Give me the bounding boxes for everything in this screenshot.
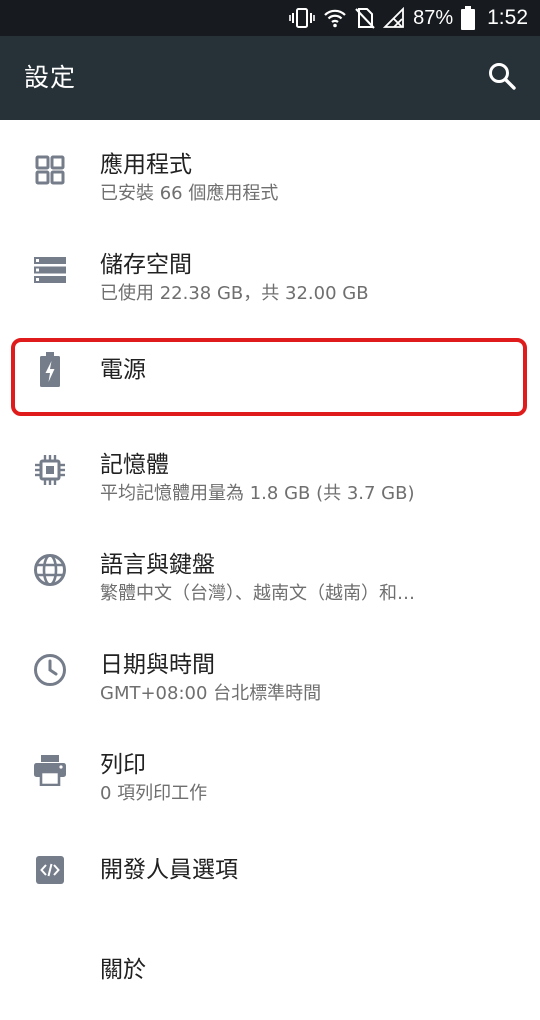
item-subtitle: 已使用 22.38 GB，共 32.00 GB xyxy=(100,283,369,304)
settings-item-memory[interactable]: 記憶體 平均記憶體用量為 1.8 GB (共 3.7 GB) xyxy=(0,420,540,520)
wifi-icon xyxy=(323,7,347,29)
clock-icon xyxy=(30,650,70,690)
item-title: 日期與時間 xyxy=(100,652,215,678)
item-title: 列印 xyxy=(100,752,146,778)
battery-percent: 87% xyxy=(413,6,454,29)
print-icon xyxy=(30,750,70,790)
settings-item-printing[interactable]: 列印 0 項列印工作 xyxy=(0,720,540,820)
item-title: 電源 xyxy=(100,357,146,383)
item-title: 開發人員選項 xyxy=(100,857,238,883)
storage-icon xyxy=(30,250,70,290)
developer-icon xyxy=(30,850,70,890)
settings-item-storage[interactable]: 儲存空間 已使用 22.38 GB，共 32.00 GB xyxy=(0,220,540,320)
settings-item-power[interactable]: 電源 xyxy=(0,320,540,420)
battery-status-icon xyxy=(461,6,476,30)
item-title: 應用程式 xyxy=(100,152,192,178)
battery-icon xyxy=(30,350,70,390)
search-icon xyxy=(487,61,517,95)
item-subtitle: 繁體中文（台灣）、越南文（越南）和… xyxy=(100,583,415,604)
item-subtitle: 0 項列印工作 xyxy=(100,783,208,804)
clock-time: 1:52 xyxy=(487,6,528,29)
page-title: 設定 xyxy=(24,63,77,92)
item-title: 語言與鍵盤 xyxy=(100,552,215,578)
language-icon xyxy=(30,550,70,590)
settings-item-date-time[interactable]: 日期與時間 GMT+08:00 台北標準時間 xyxy=(0,620,540,720)
settings-item-about[interactable]: 關於 xyxy=(0,920,540,1020)
app-toolbar: 設定 xyxy=(0,36,540,120)
status-bar: 87% 1:52 xyxy=(0,0,540,36)
search-button[interactable] xyxy=(482,58,522,98)
apps-icon xyxy=(30,150,70,190)
settings-item-apps[interactable]: 應用程式 已安裝 66 個應用程式 xyxy=(0,120,540,220)
item-subtitle: 已安裝 66 個應用程式 xyxy=(100,183,279,204)
vibrate-icon xyxy=(289,7,315,29)
no-signal-icon xyxy=(383,7,405,29)
settings-list: 應用程式 已安裝 66 個應用程式 儲存空間 已使用 22.38 GB，共 32… xyxy=(0,120,540,1020)
settings-item-language[interactable]: 語言與鍵盤 繁體中文（台灣）、越南文（越南）和… xyxy=(0,520,540,620)
settings-item-developer-options[interactable]: 開發人員選項 xyxy=(0,820,540,920)
item-subtitle: GMT+08:00 台北標準時間 xyxy=(100,683,322,704)
about-icon xyxy=(30,950,70,990)
item-title: 儲存空間 xyxy=(100,252,192,278)
item-title: 記憶體 xyxy=(100,452,169,478)
no-sim-icon xyxy=(355,7,375,29)
memory-icon xyxy=(30,450,70,490)
item-subtitle: 平均記憶體用量為 1.8 GB (共 3.7 GB) xyxy=(100,483,415,504)
